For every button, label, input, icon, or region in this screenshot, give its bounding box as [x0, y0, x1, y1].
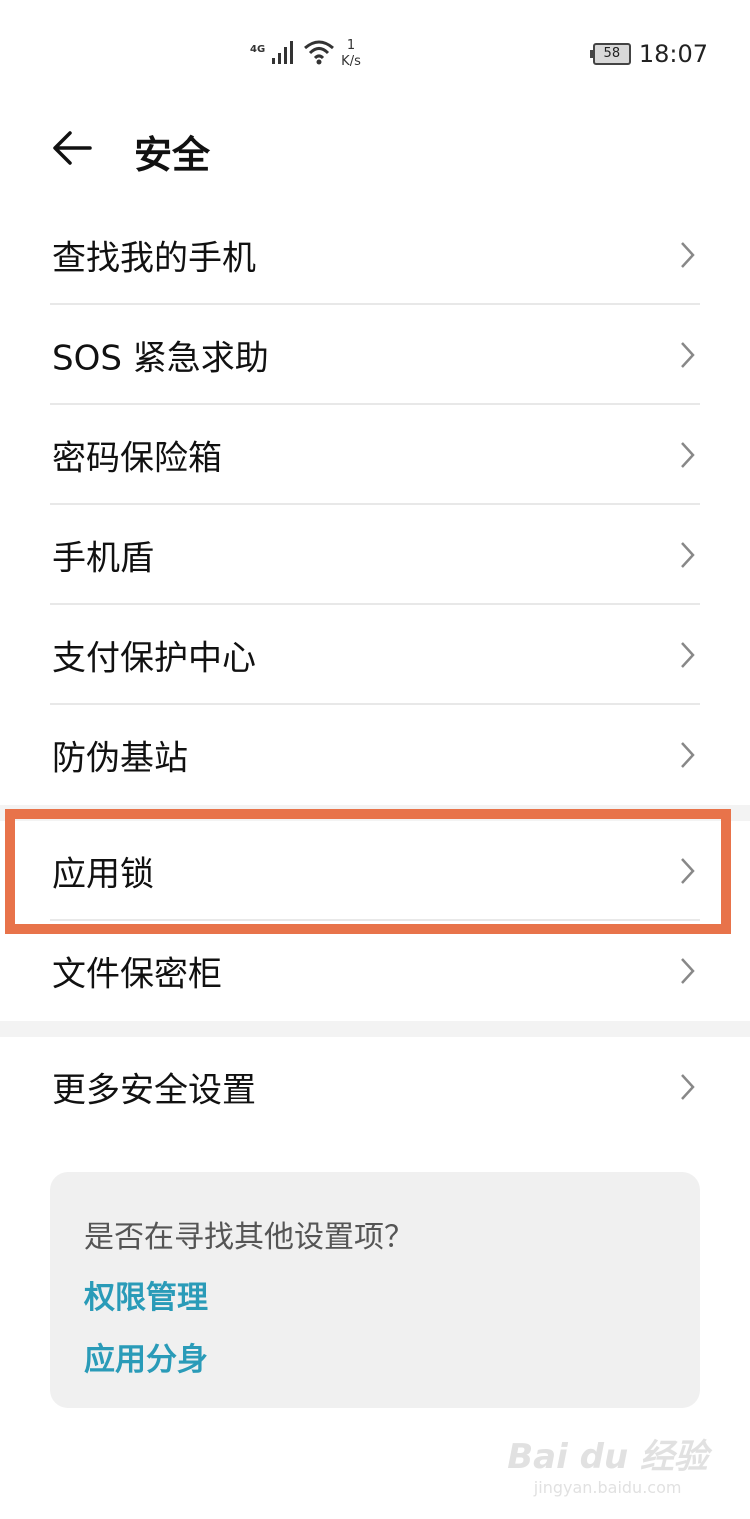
suggestion-card: 是否在寻找其他设置项？ 权限管理 应用分身 [50, 1172, 700, 1408]
page-header: 安全 [0, 110, 750, 190]
list-item-app-lock[interactable]: 应用锁 [0, 821, 750, 921]
chevron-right-icon [681, 742, 695, 768]
link-permission-management[interactable]: 权限管理 [84, 1272, 208, 1317]
list-item-label: 文件保密柜 [52, 954, 222, 995]
back-button[interactable] [50, 126, 100, 170]
security-list-group-1: 查找我的手机 SOS 紧急求助 密码保险箱 手机盾 支付保护中心 防伪基站 [0, 205, 750, 821]
list-item-label: SOS 紧急求助 [52, 338, 269, 379]
page-title: 安全 [134, 133, 211, 177]
signal-icon [272, 41, 294, 64]
clock: 18:07 [638, 40, 708, 68]
list-item-label: 应用锁 [52, 854, 154, 895]
list-item-more-security[interactable]: 更多安全设置 [0, 1037, 750, 1137]
list-item-payment-protection[interactable]: 支付保护中心 [0, 605, 750, 705]
chevron-right-icon [681, 958, 695, 984]
list-item-label: 更多安全设置 [52, 1070, 256, 1111]
list-item-label: 手机盾 [52, 538, 154, 579]
battery-icon: 58 [589, 43, 631, 65]
chevron-right-icon [681, 642, 695, 668]
security-list-group-3: 更多安全设置 [0, 1037, 750, 1137]
list-item-file-safe[interactable]: 文件保密柜 [0, 921, 750, 1021]
network-speed: 1 K/s [341, 38, 361, 69]
status-bar: 4G 1 K/s 58 18:07 [0, 0, 750, 100]
list-item-label: 支付保护中心 [52, 638, 256, 679]
chevron-right-icon [681, 858, 695, 884]
list-item-password-vault[interactable]: 密码保险箱 [0, 405, 750, 505]
list-item-fake-base-station[interactable]: 防伪基站 [0, 705, 750, 805]
watermark: Bai du 经验 jingyan.baidu.com [507, 1429, 708, 1497]
network-type: 4G [250, 44, 266, 55]
watermark-logo: Bai du 经验 [507, 1437, 708, 1477]
chevron-right-icon [681, 542, 695, 568]
chevron-right-icon [681, 442, 695, 468]
chevron-right-icon [681, 242, 695, 268]
suggestion-title: 是否在寻找其他设置项？ [84, 1220, 414, 1255]
security-list-group-2: 应用锁 文件保密柜 [0, 821, 750, 1037]
group-separator [0, 805, 750, 821]
chevron-right-icon [681, 1074, 695, 1100]
list-item-label: 密码保险箱 [52, 438, 222, 479]
list-item-sos[interactable]: SOS 紧急求助 [0, 305, 750, 405]
link-app-twin[interactable]: 应用分身 [84, 1334, 208, 1379]
watermark-url: jingyan.baidu.com [533, 1478, 682, 1497]
list-item-find-my-phone[interactable]: 查找我的手机 [0, 205, 750, 305]
status-indicators: 4G 1 K/s [250, 38, 361, 74]
list-item-phone-shield[interactable]: 手机盾 [0, 505, 750, 605]
back-arrow-icon [53, 131, 92, 165]
list-item-label: 防伪基站 [52, 738, 188, 779]
list-item-label: 查找我的手机 [52, 238, 256, 279]
chevron-right-icon [681, 342, 695, 368]
wifi-icon [304, 40, 335, 65]
group-separator [0, 1021, 750, 1037]
